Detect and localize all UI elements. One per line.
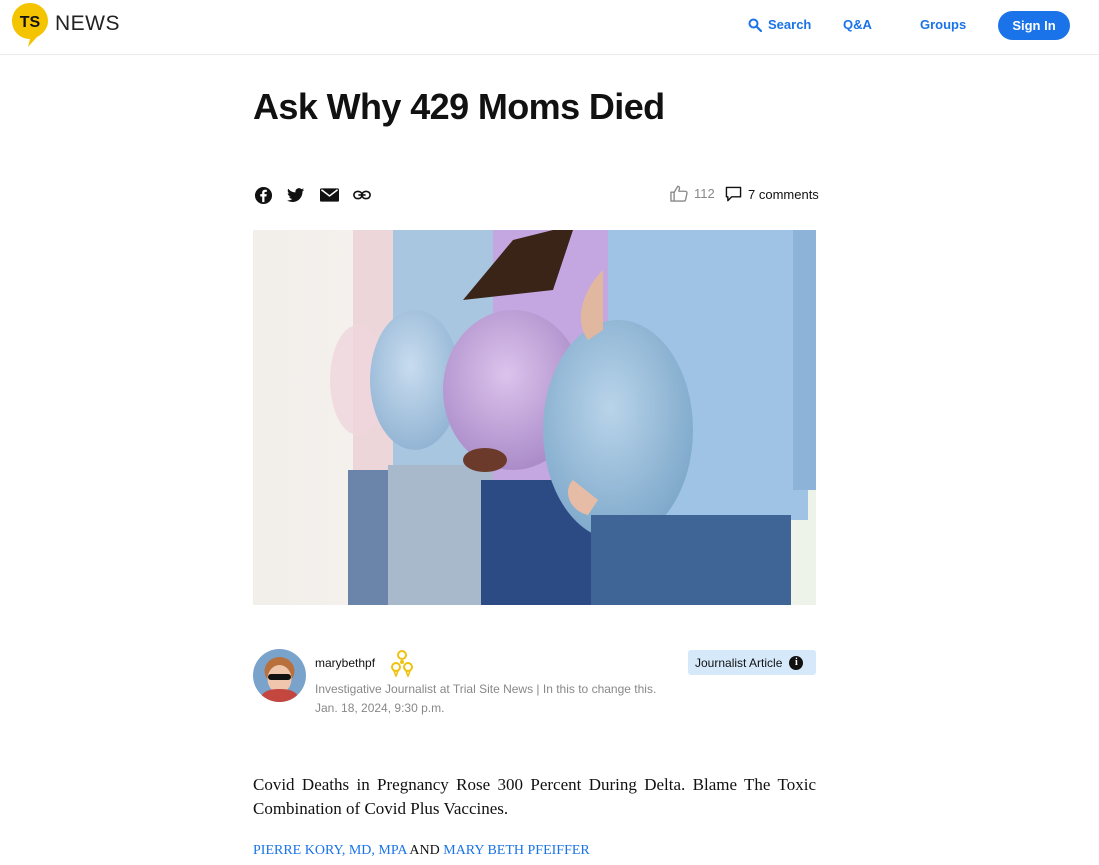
facebook-icon — [252, 184, 274, 206]
sign-in-button[interactable]: Sign In — [998, 11, 1070, 40]
nav-qa[interactable]: Q&A — [843, 17, 872, 33]
journalist-article-tag[interactable]: Journalist Article i — [688, 650, 816, 675]
author-name[interactable]: marybethpf — [315, 656, 375, 670]
publish-date: Jan. 18, 2024, 9:30 p.m. — [315, 701, 445, 715]
comments-link[interactable]: 7 comments — [725, 186, 819, 202]
byline-and: AND — [409, 843, 440, 858]
site-header: TS NEWS Search Q&A Groups Sign In — [0, 0, 1099, 55]
nav-search[interactable]: Search — [748, 17, 811, 33]
link-icon — [351, 184, 373, 206]
share-facebook[interactable] — [252, 184, 274, 206]
nav-search-label: Search — [768, 17, 812, 32]
email-icon — [318, 184, 340, 206]
comment-icon — [725, 186, 742, 202]
comments-count: 7 comments — [748, 186, 819, 202]
like-button[interactable]: 112 — [670, 185, 715, 202]
search-icon — [748, 18, 762, 32]
like-count: 112 — [694, 186, 715, 201]
article-lead: Covid Deaths in Pregnancy Rose 300 Perce… — [253, 775, 816, 818]
site-logo[interactable]: TS NEWS — [11, 2, 131, 50]
svg-text:TS: TS — [20, 14, 41, 31]
author-bio: Investigative Journalist at Trial Site N… — [315, 682, 657, 696]
logo-badge-icon: TS — [12, 3, 48, 47]
info-icon: i — [789, 655, 804, 670]
share-twitter[interactable] — [285, 184, 307, 206]
share-link[interactable] — [351, 184, 373, 206]
nav-groups[interactable]: Groups — [920, 17, 966, 33]
byline-author-kory[interactable]: PIERRE KORY, MD, MPA — [253, 843, 407, 858]
avatar[interactable] — [253, 649, 306, 702]
share-email[interactable] — [318, 184, 340, 206]
article-title: Ask Why 429 Moms Died — [253, 86, 665, 127]
thumbs-up-icon — [670, 185, 688, 202]
journalist-article-label: Journalist Article — [695, 655, 783, 670]
logo-wordmark: NEWS — [55, 12, 120, 35]
hero-image — [253, 230, 816, 605]
article-byline: PIERRE KORY, MD, MPA AND MARY BETH PFEIF… — [253, 843, 590, 859]
award-badge-icon — [391, 650, 413, 677]
twitter-icon — [285, 184, 307, 206]
byline-author-pfeiffer[interactable]: MARY BETH PFEIFFER — [443, 843, 590, 858]
